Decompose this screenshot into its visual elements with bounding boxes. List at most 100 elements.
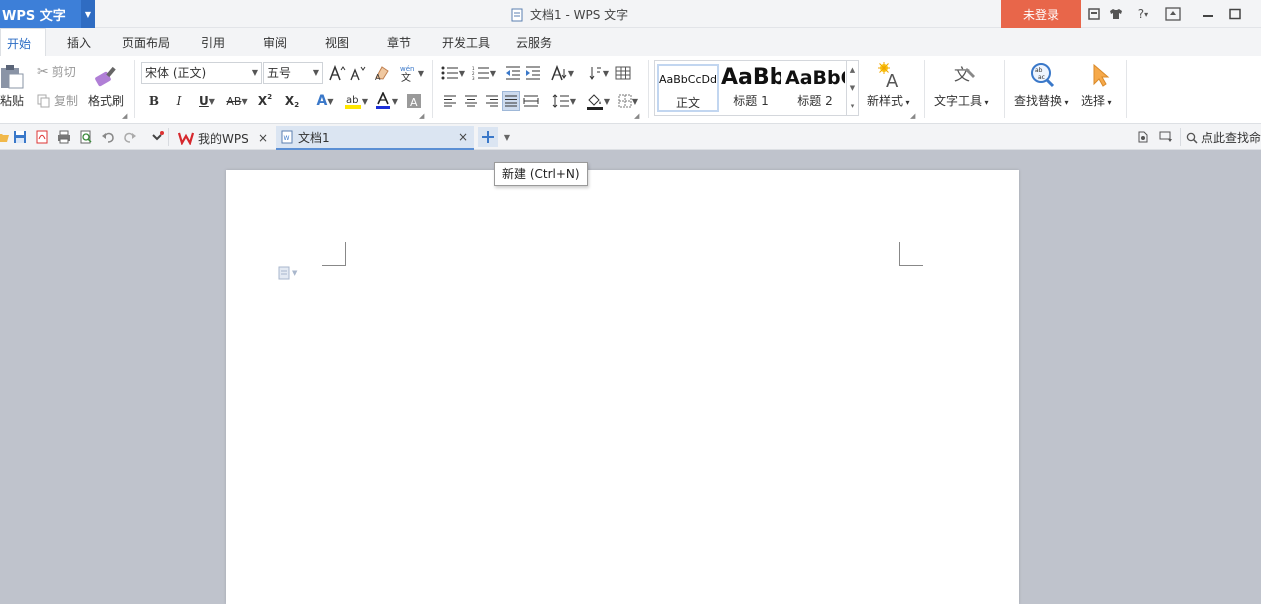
- chevron-down-icon: ▼: [208, 96, 215, 106]
- shrink-font-button[interactable]: [349, 63, 367, 83]
- new-style-button[interactable]: A 新样式 ▾: [866, 60, 916, 116]
- align-center-icon[interactable]: [463, 91, 479, 111]
- border-icon: [618, 94, 632, 108]
- clipboard-expand-icon[interactable]: ◢: [122, 112, 127, 120]
- text-effect-button[interactable]: A ▼: [312, 91, 338, 111]
- save-icon[interactable]: [12, 129, 28, 145]
- character-shading-button[interactable]: A: [405, 91, 423, 111]
- login-button[interactable]: 未登录: [1001, 0, 1081, 28]
- decrease-indent-icon[interactable]: [504, 63, 522, 83]
- print-preview-icon[interactable]: [78, 129, 94, 145]
- text-direction-button[interactable]: ▼: [548, 63, 576, 83]
- numbered-list-button[interactable]: 123 ▼: [470, 63, 498, 83]
- shading-button[interactable]: ▼: [584, 91, 612, 111]
- distributed-align-icon[interactable]: [522, 91, 540, 111]
- tab-chapter[interactable]: 章节: [387, 28, 411, 56]
- tab-review[interactable]: 审阅: [263, 28, 287, 56]
- svg-text:ac: ac: [1038, 74, 1045, 81]
- quick-access-bar: 我的WPS × W 文档1 × ▼ 点此查找命令: [0, 124, 1261, 150]
- chevron-down-icon[interactable]: ▼: [501, 127, 513, 147]
- collapse-ribbon-icon[interactable]: [1158, 129, 1174, 145]
- line-spacing-button[interactable]: ▼: [550, 91, 578, 111]
- doc-tab-my-wps[interactable]: 我的WPS ×: [172, 126, 274, 150]
- redo-icon[interactable]: [122, 129, 138, 145]
- underline-button[interactable]: U ▼: [194, 91, 220, 111]
- app-menu-button[interactable]: WPS 文字 ▼: [0, 0, 95, 28]
- upload-icon[interactable]: [1164, 5, 1182, 23]
- tshirt-icon[interactable]: [1108, 5, 1124, 23]
- font-size-select[interactable]: 五号 ▼: [263, 62, 323, 84]
- skin-icon[interactable]: [1087, 5, 1101, 23]
- tab-insert[interactable]: 插入: [67, 28, 91, 56]
- align-right-icon[interactable]: [484, 91, 500, 111]
- new-tab-button[interactable]: [478, 127, 498, 147]
- minimize-icon[interactable]: [1201, 5, 1215, 23]
- customize-toolbar-icon[interactable]: [150, 129, 166, 145]
- grow-font-button[interactable]: [328, 63, 346, 83]
- format-painter-button[interactable]: 格式刷: [88, 60, 128, 116]
- table-icon[interactable]: [614, 63, 632, 83]
- sort-button[interactable]: ▼: [587, 63, 611, 83]
- cut-button[interactable]: ✂ 剪切: [37, 63, 76, 80]
- increase-indent-icon[interactable]: [524, 63, 542, 83]
- font-name-select[interactable]: 宋体 (正文) ▼: [141, 62, 262, 84]
- maximize-icon[interactable]: [1228, 5, 1242, 23]
- paragraph-layout-button[interactable]: ▼: [278, 266, 297, 280]
- open-folder-icon[interactable]: [0, 129, 12, 145]
- bullet-list-button[interactable]: ▼: [439, 63, 467, 83]
- font-color-button[interactable]: ▼: [372, 91, 400, 111]
- style-heading-1[interactable]: AaBb 标题 1: [721, 64, 781, 112]
- bold-icon[interactable]: B: [145, 91, 163, 111]
- divider: [1004, 60, 1005, 118]
- phonetic-guide-button[interactable]: wén 文 ▼: [397, 63, 425, 83]
- border-button[interactable]: ▼: [615, 91, 641, 111]
- select-button[interactable]: 选择 ▾: [1081, 60, 1121, 116]
- undo-icon[interactable]: [100, 129, 116, 145]
- tab-page-layout[interactable]: 页面布局: [122, 28, 170, 56]
- paragraph-expand-icon[interactable]: ◢: [634, 112, 639, 120]
- divider: [1180, 128, 1181, 146]
- strikethrough-button[interactable]: AB ▼: [224, 91, 250, 111]
- find-command-search[interactable]: 点此查找命令: [1186, 129, 1261, 146]
- justify-icon[interactable]: [502, 91, 520, 111]
- read-mode-icon[interactable]: [1135, 129, 1151, 145]
- tab-view[interactable]: 视图: [325, 28, 349, 56]
- subscript-icon[interactable]: X2: [283, 91, 301, 111]
- highlighter-icon: ab: [344, 95, 361, 109]
- grow-font-icon: [329, 65, 346, 81]
- style-heading-2[interactable]: AaBbC 标题 2: [785, 64, 845, 112]
- tab-home[interactable]: 开始: [0, 28, 46, 56]
- font-size-value: 五号: [267, 66, 292, 80]
- paste-button[interactable]: 粘贴: [0, 60, 26, 116]
- svg-text:文: 文: [954, 65, 970, 84]
- clear-format-button[interactable]: A: [373, 63, 391, 83]
- italic-icon[interactable]: I: [170, 91, 188, 111]
- find-replace-button[interactable]: ab ac 查找替换 ▾: [1013, 60, 1075, 116]
- style-gallery-scroll[interactable]: ▲ ▼ ▾: [846, 61, 858, 115]
- close-icon[interactable]: ×: [458, 130, 468, 144]
- new-tab-tooltip: 新建 (Ctrl+N): [494, 162, 588, 186]
- font-expand-icon[interactable]: ◢: [419, 112, 424, 120]
- document-page[interactable]: ▼: [226, 170, 1019, 604]
- bullet-list-icon: [441, 66, 458, 80]
- text-tools-button[interactable]: 文 文字工具 ▾: [933, 60, 995, 116]
- style-normal[interactable]: AaBbCcDd 正文: [657, 64, 719, 112]
- help-button[interactable]: ? ▾: [1133, 5, 1153, 23]
- tab-references[interactable]: 引用: [201, 28, 225, 56]
- print-icon[interactable]: [56, 129, 72, 145]
- doc-tab-document1[interactable]: W 文档1 ×: [276, 126, 474, 150]
- export-pdf-icon[interactable]: [34, 129, 50, 145]
- highlight-button[interactable]: ab ▼: [342, 91, 370, 111]
- copy-button[interactable]: 复制: [37, 92, 78, 109]
- superscript-icon[interactable]: X2: [256, 91, 274, 111]
- styles-expand-icon[interactable]: ◢: [910, 112, 915, 120]
- align-left-icon[interactable]: [442, 91, 458, 111]
- tab-cloud[interactable]: 云服务: [516, 28, 552, 56]
- style-sample: AaBbC: [785, 67, 845, 89]
- app-menu-dropdown-icon[interactable]: ▼: [81, 0, 95, 28]
- scroll-up-icon[interactable]: ▲: [850, 66, 855, 74]
- close-icon[interactable]: ×: [258, 131, 268, 145]
- gallery-expand-icon[interactable]: ▾: [851, 102, 855, 110]
- scroll-down-icon[interactable]: ▼: [850, 84, 855, 92]
- tab-developer[interactable]: 开发工具: [442, 28, 490, 56]
